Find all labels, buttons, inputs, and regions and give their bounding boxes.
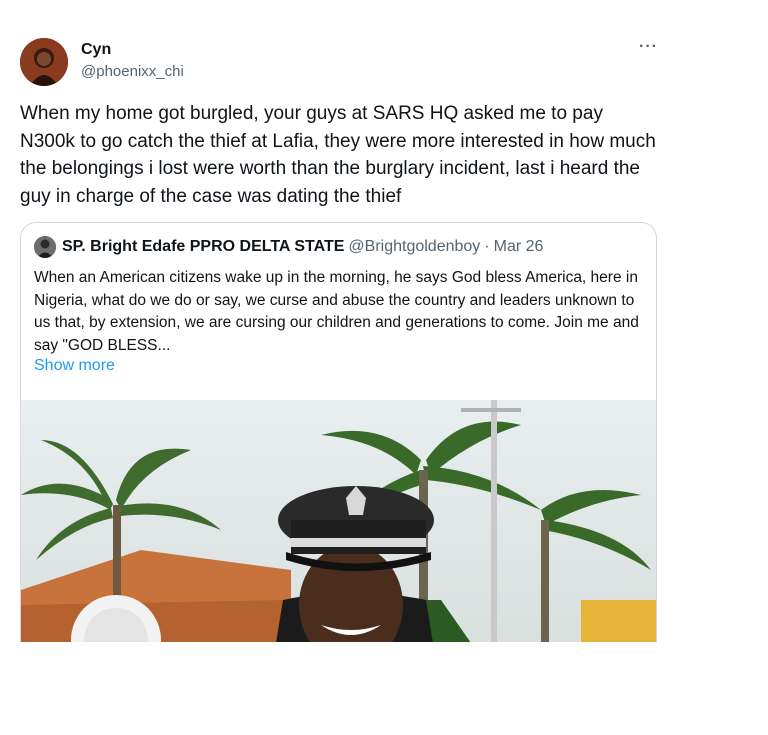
quoted-handle[interactable]: @Brightgoldenboy — [348, 238, 480, 256]
quoted-media-image[interactable] — [21, 400, 656, 642]
avatar[interactable] — [20, 38, 68, 86]
author-info: Cyn @phoenixx_chi — [81, 40, 184, 82]
quoted-text: When an American citizens wake up in the… — [34, 269, 639, 354]
tweet-text: When my home got burgled, your guys at S… — [20, 103, 656, 207]
author-display-name[interactable]: Cyn — [81, 40, 184, 60]
show-more-link[interactable]: Show more — [34, 357, 115, 375]
quoted-tweet[interactable]: SP. Bright Edafe PPRO DELTA STATE @Brigh… — [20, 222, 657, 642]
quoted-display-name[interactable]: SP. Bright Edafe PPRO DELTA STATE — [62, 238, 344, 256]
quoted-date[interactable]: Mar 26 — [494, 238, 544, 256]
separator-dot: · — [484, 238, 490, 255]
more-horizontal-icon[interactable]: ··· — [639, 38, 658, 56]
author-handle[interactable]: @phoenixx_chi — [81, 62, 184, 82]
quoted-avatar[interactable] — [34, 236, 56, 258]
quoted-tweet-header: SP. Bright Edafe PPRO DELTA STATE @Brigh… — [34, 236, 543, 258]
